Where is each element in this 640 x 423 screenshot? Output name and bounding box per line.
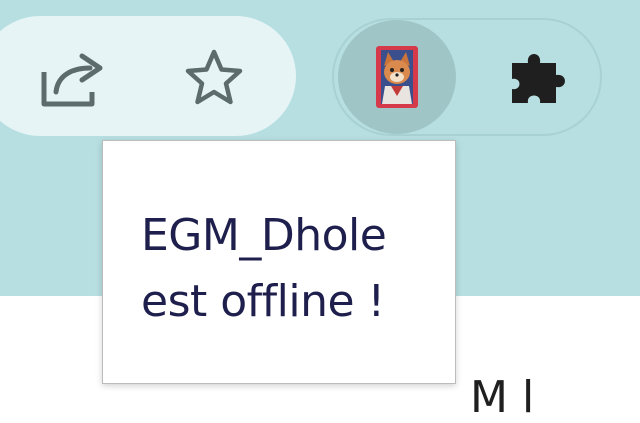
- star-icon: [182, 47, 246, 113]
- bookmark-button[interactable]: [176, 44, 252, 116]
- tooltip-line-2: est offline !: [141, 276, 385, 327]
- puzzle-icon: [506, 45, 574, 111]
- page-content-text: M l: [470, 372, 535, 423]
- share-button[interactable]: [28, 44, 112, 116]
- dhole-extension-button[interactable]: [338, 20, 456, 134]
- tooltip-line-1: EGM_Dhole: [141, 210, 387, 261]
- dhole-avatar-icon: [376, 46, 418, 108]
- share-icon: [34, 46, 106, 114]
- extension-tooltip: EGM_Dhole est offline !: [102, 140, 456, 384]
- extensions-menu-button[interactable]: [496, 38, 584, 118]
